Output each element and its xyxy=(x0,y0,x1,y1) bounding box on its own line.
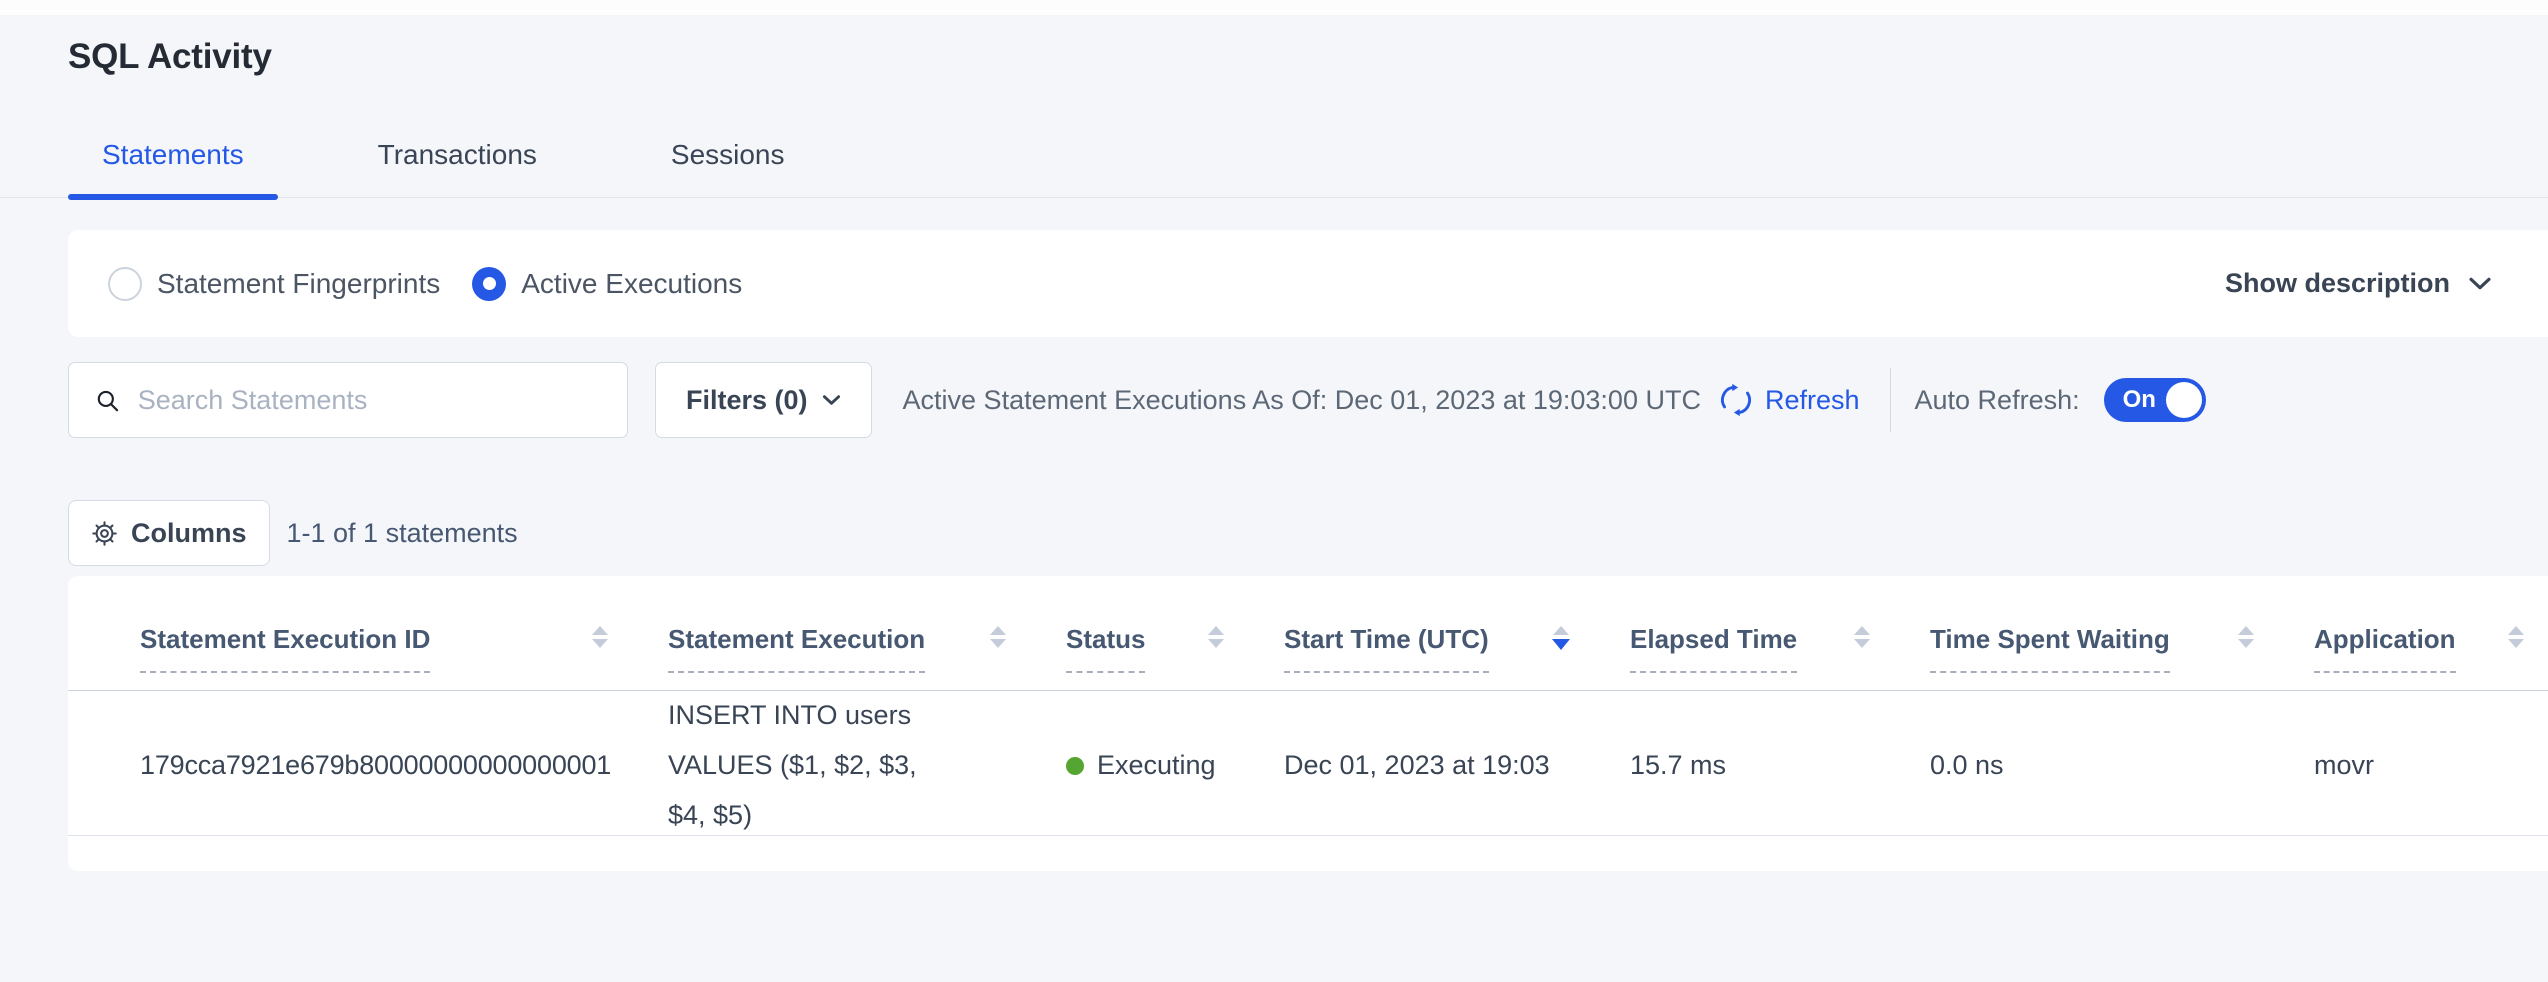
column-header-start-time[interactable]: Start Time (UTC) xyxy=(1212,624,1558,690)
tab-bar: Statements Transactions Sessions xyxy=(0,139,2548,198)
chevron-down-icon xyxy=(822,394,841,406)
refresh-button[interactable]: Refresh xyxy=(1719,383,1860,417)
show-description-label: Show description xyxy=(2225,268,2450,299)
radio-statement-fingerprints[interactable]: Statement Fingerprints xyxy=(108,267,440,301)
sort-arrows-icon xyxy=(2508,624,2524,648)
as-of-timestamp: Active Statement Executions As Of: Dec 0… xyxy=(903,385,1701,416)
view-mode-card: Statement Fingerprints Active Executions… xyxy=(68,230,2548,337)
auto-refresh-label: Auto Refresh: xyxy=(1915,385,2080,416)
column-header-time-spent-waiting[interactable]: Time Spent Waiting xyxy=(1858,624,2242,690)
column-header-statement-execution-id[interactable]: Statement Execution ID xyxy=(68,624,596,690)
search-icon xyxy=(95,387,120,414)
page-title: SQL Activity xyxy=(68,37,2548,77)
cell-start-time: Dec 01, 2023 at 19:03 xyxy=(1212,750,1558,781)
statements-table: Statement Execution ID Statement Executi… xyxy=(68,576,2548,871)
filters-label: Filters (0) xyxy=(686,385,808,416)
show-description-toggle[interactable]: Show description xyxy=(2225,268,2492,299)
cell-status: Executing xyxy=(994,750,1212,781)
column-header-elapsed-time[interactable]: Elapsed Time xyxy=(1558,624,1858,690)
top-strip xyxy=(0,0,2548,15)
cell-time-spent-waiting: 0.0 ns xyxy=(1858,750,2242,781)
refresh-label: Refresh xyxy=(1765,385,1860,416)
gear-icon xyxy=(91,520,118,547)
radio-active-executions[interactable]: Active Executions xyxy=(472,267,742,301)
filters-button[interactable]: Filters (0) xyxy=(655,362,872,438)
column-header-status[interactable]: Status xyxy=(994,624,1212,690)
refresh-icon xyxy=(1719,383,1753,417)
toggle-state-label: On xyxy=(2123,386,2156,414)
cell-elapsed-time: 15.7 ms xyxy=(1558,750,1858,781)
divider xyxy=(1890,368,1891,432)
tab-sessions[interactable]: Sessions xyxy=(637,139,819,197)
status-dot-icon xyxy=(1066,757,1084,775)
toggle-knob xyxy=(2166,382,2202,418)
table-row: 179cca7921e679b80000000000000001 INSERT … xyxy=(68,691,2548,836)
auto-refresh-toggle[interactable]: On xyxy=(2104,378,2206,422)
radio-label: Statement Fingerprints xyxy=(157,268,440,300)
columns-label: Columns xyxy=(131,518,247,549)
table-toolbar: Columns 1-1 of 1 statements xyxy=(68,500,2548,566)
filter-bar: Filters (0) Active Statement Executions … xyxy=(68,362,2548,438)
radio-unselected-icon xyxy=(108,267,142,301)
radio-selected-icon xyxy=(472,267,506,301)
search-input[interactable] xyxy=(138,385,607,416)
column-header-application[interactable]: Application xyxy=(2242,624,2548,690)
cell-execution-id: 179cca7921e679b80000000000000001 xyxy=(68,750,596,781)
search-box xyxy=(68,362,628,438)
radio-label: Active Executions xyxy=(521,268,742,300)
cell-application: movr xyxy=(2242,750,2548,781)
columns-button[interactable]: Columns xyxy=(68,500,270,566)
tab-transactions[interactable]: Transactions xyxy=(344,139,571,197)
result-count: 1-1 of 1 statements xyxy=(287,518,518,549)
table-header-row: Statement Execution ID Statement Executi… xyxy=(68,576,2548,691)
column-header-statement-execution[interactable]: Statement Execution xyxy=(596,624,994,690)
status-label: Executing xyxy=(1097,750,1216,781)
tab-statements[interactable]: Statements xyxy=(68,139,278,197)
cell-statement: INSERT INTO users VALUES ($1, $2, $3, $4… xyxy=(596,691,994,841)
chevron-down-icon xyxy=(2468,276,2492,291)
